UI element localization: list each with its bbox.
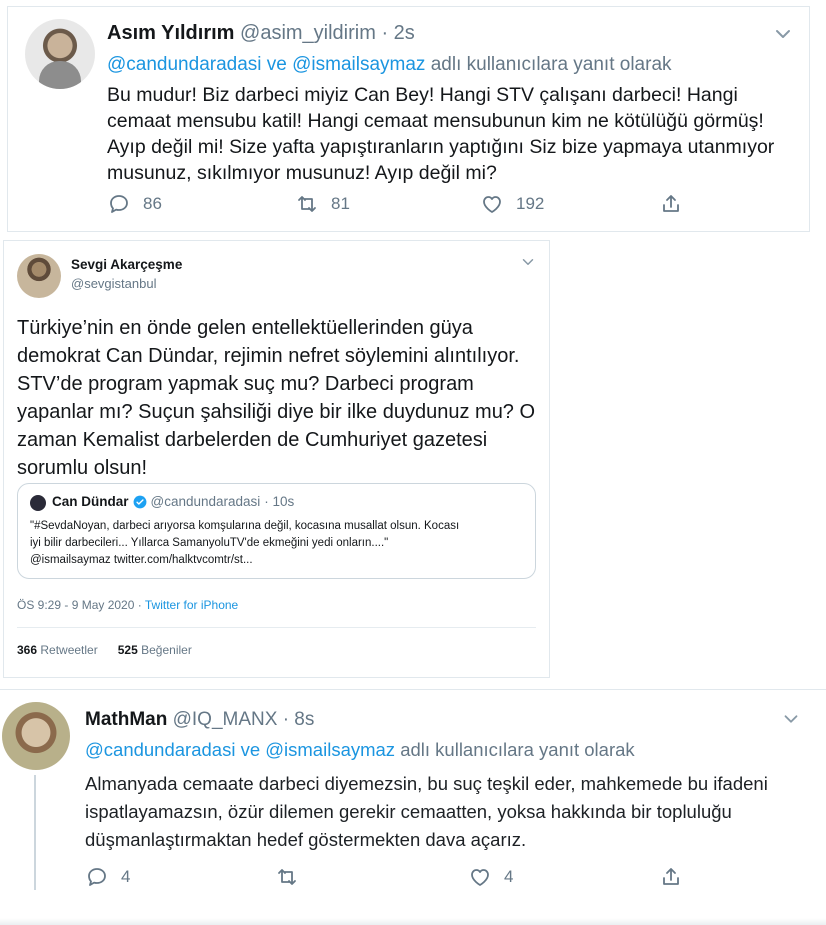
- like-count: 4: [504, 867, 514, 886]
- likes-count: 525: [117, 643, 138, 657]
- retweets-label: Retweetler: [37, 643, 98, 657]
- thread-line: [34, 775, 36, 890]
- tweet-source[interactable]: Twitter for iPhone: [145, 598, 238, 612]
- tweet-meta: ÖS 9:29 - 9 May 2020 · Twitter for iPhon…: [17, 598, 238, 612]
- likes-label: Beğeniler: [137, 643, 192, 657]
- reply-mentions[interactable]: @candundaradasi ve @ismailsaymaz: [107, 54, 425, 75]
- quoted-tweet[interactable]: Can Dündar @candundaradasi · 10s "#Sevda…: [17, 483, 536, 579]
- quote-author-name: Can Dündar: [52, 494, 129, 509]
- tweet-sevgi[interactable]: Sevgi Akarçeşme @sevgistanbul Türkiye’ni…: [3, 240, 550, 678]
- avatar[interactable]: [17, 254, 61, 298]
- quote-avatar: [30, 495, 46, 511]
- tweet-actions: 4 4: [85, 865, 705, 895]
- reply-count: 4: [121, 867, 131, 886]
- reply-count: 86: [143, 194, 162, 213]
- verified-icon: [133, 495, 146, 508]
- author-name[interactable]: MathMan: [85, 709, 167, 730]
- tweet-asim[interactable]: Asım Yıldırım @asim_yildirim · 2s @candu…: [7, 6, 810, 232]
- tweet-time[interactable]: · 2s: [381, 22, 414, 44]
- chevron-down-icon[interactable]: [780, 708, 802, 730]
- retweets-count: 366: [17, 643, 38, 657]
- tweet-stats: 366 Retweetler 525 Beğeniler: [17, 643, 192, 657]
- quote-line: "#SevdaNoyan, darbeci arıyorsa komşuları…: [30, 520, 460, 532]
- quote-header: Can Dündar @candundaradasi · 10s: [52, 494, 294, 509]
- quote-line: iyi bilir darbecileri... Yıllarca Samany…: [30, 537, 389, 549]
- retweets-stat[interactable]: 366 Retweetler: [17, 643, 98, 657]
- author-handle[interactable]: @sevgistanbul: [71, 276, 156, 291]
- like-icon: [483, 196, 501, 213]
- retweet-icon: [298, 196, 316, 212]
- quote-author-handle: @candundaradasi: [150, 494, 261, 509]
- tweet-mathman[interactable]: MathMan @IQ_MANX · 8s @candundaradasi ve…: [0, 689, 826, 925]
- reply-icon: [110, 195, 128, 213]
- share-icon: [663, 868, 679, 885]
- chevron-down-icon[interactable]: [771, 22, 795, 46]
- reply-context: @candundaradasi ve @ismailsaymaz adlı ku…: [107, 54, 672, 76]
- like-count: 192: [516, 194, 545, 213]
- reply-button[interactable]: 86: [107, 192, 162, 216]
- tweet-text: Türkiye’nin en önde gelen entellektüelle…: [17, 317, 536, 479]
- author-name[interactable]: Asım Yıldırım: [107, 22, 234, 44]
- retweet-count: 81: [331, 194, 350, 213]
- tweet-actions: 86 81 192: [107, 192, 707, 222]
- avatar[interactable]: [2, 702, 70, 770]
- author-handle[interactable]: @asim_yildirim: [240, 22, 376, 44]
- author-name[interactable]: Sevgi Akarçeşme: [71, 257, 182, 272]
- share-icon: [663, 195, 679, 212]
- retweet-button[interactable]: 81: [295, 192, 350, 216]
- next-tweet-edge: [0, 918, 826, 925]
- tweet-time[interactable]: · 8s: [283, 709, 315, 730]
- reply-button[interactable]: 4: [85, 865, 130, 889]
- avatar[interactable]: [25, 19, 95, 89]
- likes-stat[interactable]: 525 Beğeniler: [118, 643, 192, 657]
- chevron-down-icon[interactable]: [519, 253, 537, 271]
- like-button[interactable]: 192: [480, 192, 544, 216]
- tweet-header: Asım Yıldırım @asim_yildirim · 2s: [107, 22, 415, 45]
- tweet-timestamp[interactable]: ÖS 9:29 - 9 May 2020 ·: [17, 598, 145, 612]
- reply-mentions[interactable]: @candundaradasi ve @ismailsaymaz: [85, 739, 395, 760]
- reply-icon: [88, 868, 106, 886]
- quote-time: · 10s: [264, 494, 295, 509]
- tweet-text: Almanyada cemaate darbeci diyemezsin, bu…: [85, 773, 768, 850]
- reply-context: @candundaradasi ve @ismailsaymaz adlı ku…: [85, 739, 635, 761]
- share-button[interactable]: [659, 192, 683, 216]
- divider: [17, 627, 536, 628]
- tweet-text: Bu mudur! Biz darbeci miyiz Can Bey! Han…: [107, 84, 775, 184]
- reply-suffix: adlı kullanıcılara yanıt olarak: [395, 739, 635, 760]
- retweet-icon: [278, 869, 296, 885]
- quote-line: @ismailsaymaz twitter.com/halktvcomtr/st…: [30, 554, 253, 566]
- author-handle[interactable]: @IQ_MANX: [173, 709, 278, 730]
- tweet-header: MathMan @IQ_MANX · 8s: [85, 709, 314, 731]
- like-button[interactable]: 4: [468, 865, 513, 889]
- share-button[interactable]: [659, 865, 683, 889]
- quote-text: "#SevdaNoyan, darbeci arıyorsa komşuları…: [30, 518, 530, 569]
- retweet-button[interactable]: [275, 865, 311, 889]
- like-icon: [471, 869, 489, 886]
- reply-suffix: adlı kullanıcılara yanıt olarak: [425, 54, 672, 75]
